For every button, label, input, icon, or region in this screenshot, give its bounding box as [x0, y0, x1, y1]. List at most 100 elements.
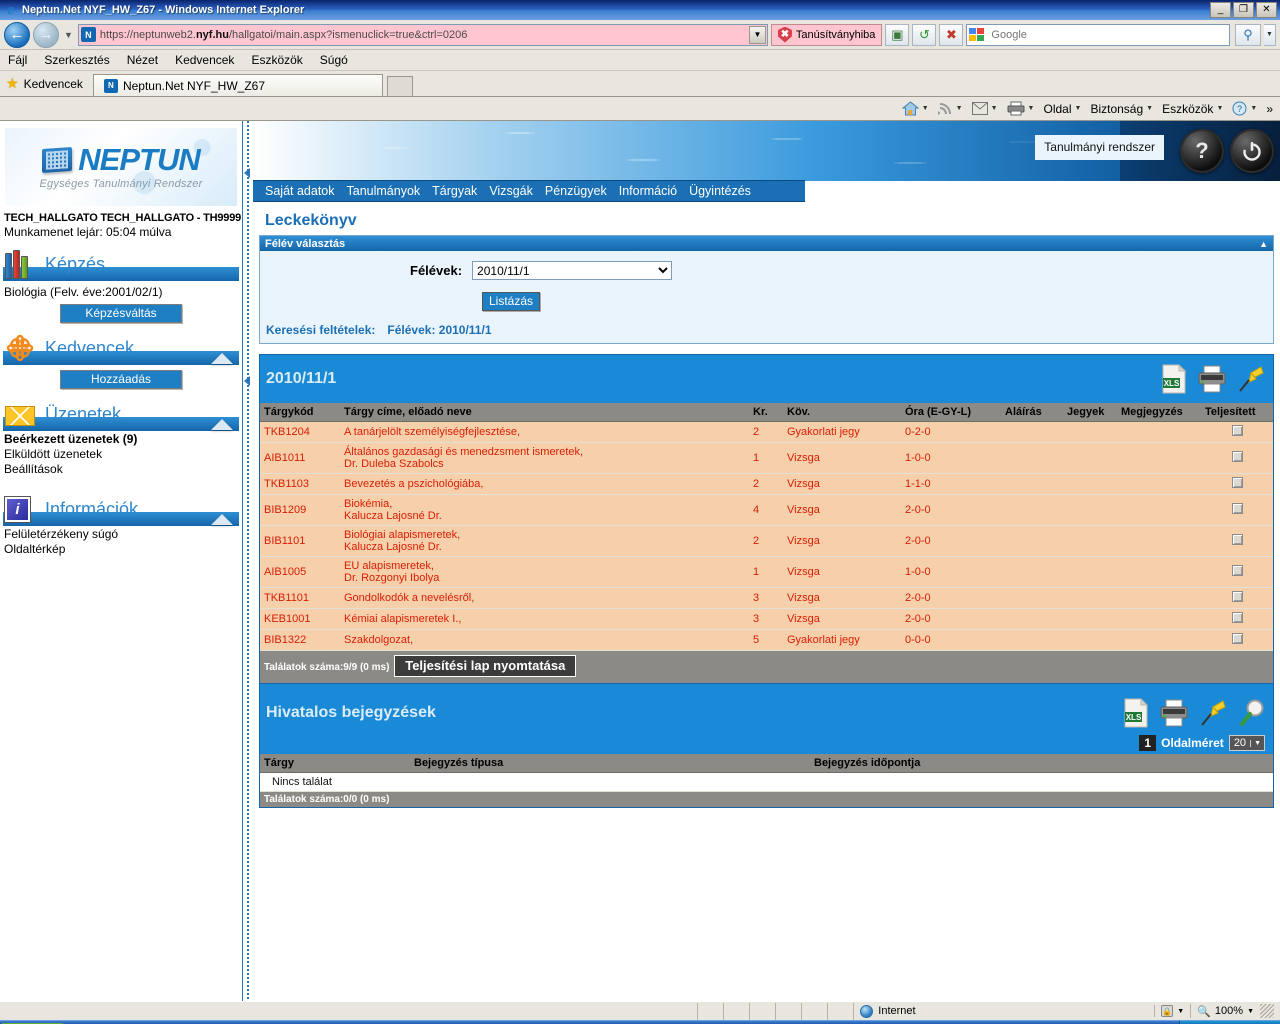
menu-tools[interactable]: Eszközök	[251, 53, 302, 67]
page-size-select[interactable]: 20 ▼	[1228, 735, 1265, 751]
command-overflow[interactable]: »	[1263, 102, 1276, 116]
completed-checkbox[interactable]	[1231, 534, 1243, 545]
resize-grip[interactable]	[1260, 1004, 1274, 1018]
sidebar-item-context-help[interactable]: Felületérzékeny súgó	[0, 526, 242, 541]
splitter-collapse-arrow-icon[interactable]	[244, 376, 250, 386]
current-page-number[interactable]: 1	[1139, 735, 1157, 751]
books-icon	[5, 249, 39, 279]
table-row[interactable]: BIB1322 Szakdolgozat, 5 Gyakorlati jegy 0-0-…	[260, 629, 1273, 651]
xls-export-icon[interactable]: XLS	[1123, 698, 1149, 728]
certificate-error-badge[interactable]: ✖ Tanúsítványhiba	[770, 23, 883, 46]
sidebar-section-uzenetek[interactable]: Üzenetek	[3, 397, 239, 431]
history-dropdown-icon[interactable]: ▼	[64, 30, 73, 40]
table-row[interactable]: AIB1011 Általános gazdasági és menedzsmen…	[260, 442, 1273, 474]
stop-icon[interactable]: ✖	[939, 23, 964, 46]
completed-checkbox[interactable]	[1231, 477, 1243, 488]
search-field[interactable]	[989, 27, 1227, 42]
change-program-button[interactable]: Képzésváltás	[60, 304, 182, 323]
menu-edit[interactable]: Szerkesztés	[44, 53, 109, 67]
forward-button[interactable]: →	[33, 21, 59, 48]
nav-vizsgak[interactable]: Vizsgák	[483, 184, 539, 198]
nav-informacio[interactable]: Információ	[613, 184, 683, 198]
table-row[interactable]: BIB1101 Biológiai alapismeretek, Kalucza L…	[260, 525, 1273, 557]
maximize-button[interactable]: ❐	[1233, 2, 1254, 18]
pin-icon[interactable]	[1199, 698, 1227, 728]
sidebar-item-inbox[interactable]: Beérkezett üzenetek (9)	[0, 431, 242, 446]
print-button[interactable]: ▼	[1004, 101, 1038, 116]
neptun-logo: NEPTUN Egységes Tanulmányi Rendszer	[5, 128, 237, 206]
sidebar-item-sent[interactable]: Elküldött üzenetek	[0, 446, 242, 461]
security-menu[interactable]: Biztonság ▼	[1087, 102, 1156, 116]
protected-mode-indicator[interactable]: 🔒 ▼	[1154, 1005, 1190, 1017]
zoom-control[interactable]: 🔍 100% ▼	[1190, 1004, 1280, 1018]
search-provider-dropdown-icon[interactable]: ▼	[1264, 23, 1276, 46]
completed-checkbox[interactable]	[1231, 451, 1243, 462]
new-tab-button[interactable]	[386, 76, 413, 96]
completed-checkbox[interactable]	[1231, 565, 1243, 576]
completed-checkbox[interactable]	[1231, 425, 1243, 436]
nav-penzugyek[interactable]: Pénzügyek	[539, 184, 613, 198]
compatibility-view-icon[interactable]: ▣	[885, 23, 910, 46]
collapse-up-arrow-icon[interactable]	[211, 514, 233, 525]
collapse-up-arrow-icon[interactable]	[211, 419, 233, 430]
table-row[interactable]: TKB1101 Gondolkodók a nevelésről, 3 Vizsga 2…	[260, 587, 1273, 609]
close-button[interactable]: ✕	[1256, 2, 1277, 18]
help-button[interactable]: ?	[1180, 129, 1224, 173]
search-go-icon[interactable]: ⚲	[1235, 23, 1261, 46]
refresh-icon[interactable]: ↺	[912, 23, 937, 46]
browser-tab[interactable]: N Neptun.Net NYF_HW_Z67	[92, 74, 383, 96]
sidebar-section-kedvencek[interactable]: Kedvencek	[3, 331, 239, 365]
nav-saját-adatok[interactable]: Saját adatok	[259, 184, 341, 198]
semester-select[interactable]: 2010/11/1	[472, 261, 673, 280]
list-button[interactable]: Listázás	[482, 292, 540, 311]
sidebar-section-kepzes[interactable]: Képzés	[3, 247, 239, 281]
menu-view[interactable]: Nézet	[127, 53, 158, 67]
url-dropdown-icon[interactable]: ▼	[748, 25, 766, 44]
table-row[interactable]: BIB1209 Biokémia, Kalucza Lajosné Dr. 4 Vizs…	[260, 494, 1273, 526]
sidebar-item-sitemap[interactable]: Oldaltérkép	[0, 541, 242, 556]
menu-favorites[interactable]: Kedvencek	[175, 53, 234, 67]
completed-checkbox[interactable]	[1231, 503, 1243, 514]
table-row[interactable]: AIB1005 EU alapismeretek, Dr. Rozgonyi Ibo…	[260, 556, 1273, 588]
back-button[interactable]: ←	[4, 21, 30, 48]
table-row[interactable]: TKB1204 A tanárjelölt személyiségfejleszt…	[260, 421, 1273, 443]
magnifier-icon[interactable]	[1237, 698, 1265, 728]
nav-tanulmanyok[interactable]: Tanulmányok	[341, 184, 427, 198]
table-row[interactable]: KEB1001 Kémiai alapismeretek I., 3 Vizsga 2-…	[260, 608, 1273, 630]
nav-ugyintezes[interactable]: Ügyintézés	[683, 184, 757, 198]
nav-targyak[interactable]: Tárgyak	[426, 184, 483, 198]
logout-button[interactable]	[1230, 129, 1274, 173]
url-input[interactable]: N https://neptunweb2.nyf.hu/hallgatoi/ma…	[77, 23, 768, 46]
cell-teljesitett	[1201, 494, 1273, 526]
sidebar-splitter[interactable]	[243, 121, 253, 1001]
feeds-button[interactable]: ▼	[935, 101, 966, 116]
splitter-collapse-arrow-icon[interactable]	[244, 168, 250, 178]
completed-checkbox[interactable]	[1231, 633, 1243, 644]
page-menu[interactable]: Oldal ▼	[1040, 102, 1084, 116]
chevron-down-icon[interactable]: ▼	[1250, 739, 1264, 747]
help-menu[interactable]: ? ▼	[1229, 101, 1260, 116]
panel-collapse-icon[interactable]: ▲	[1259, 239, 1268, 249]
sidebar-item-message-settings[interactable]: Beállítások	[0, 461, 242, 476]
xls-export-icon[interactable]: XLS	[1161, 364, 1187, 394]
table-row[interactable]: TKB1103 Bevezetés a pszichológiába, 2 Vizsg…	[260, 473, 1273, 495]
read-mail-button[interactable]: ▼	[969, 102, 1001, 115]
sidebar-section-informaciok[interactable]: i Információk	[3, 492, 239, 526]
completed-checkbox[interactable]	[1231, 591, 1243, 602]
minimize-button[interactable]: _	[1210, 2, 1231, 18]
completed-checkbox[interactable]	[1231, 612, 1243, 623]
security-zone[interactable]: Internet	[854, 1004, 1154, 1018]
menu-file[interactable]: Fájl	[8, 53, 27, 67]
print-completion-sheet-button[interactable]: Teljesítési lap nyomtatása	[394, 655, 577, 677]
print-icon[interactable]	[1159, 698, 1189, 728]
add-favorite-button[interactable]: Hozzáadás	[60, 370, 182, 389]
print-icon[interactable]	[1197, 364, 1227, 394]
favorites-bar-button[interactable]: ★ Kedvencek	[0, 75, 93, 96]
pin-icon[interactable]	[1237, 364, 1265, 394]
col-ora: Óra (E-GY-L)	[901, 403, 1001, 422]
search-input[interactable]	[966, 23, 1230, 46]
home-button[interactable]: ▼	[899, 101, 932, 116]
menu-help[interactable]: Súgó	[320, 53, 348, 67]
tools-menu[interactable]: Eszközök ▼	[1159, 102, 1226, 116]
collapse-up-arrow-icon[interactable]	[211, 353, 233, 364]
